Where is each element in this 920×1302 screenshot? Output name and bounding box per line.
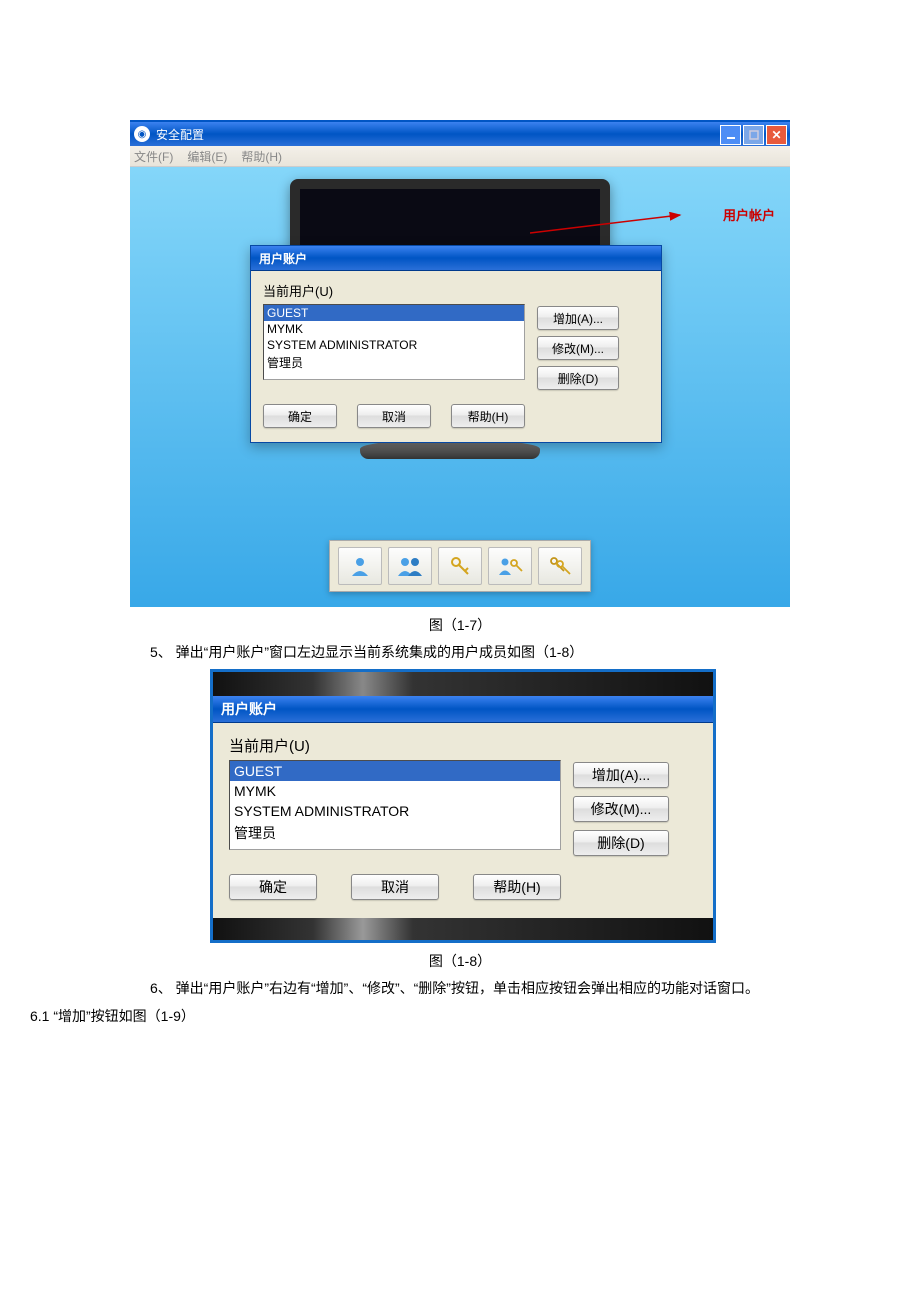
list-item[interactable]: GUEST <box>264 305 524 321</box>
dock-key-icon[interactable] <box>438 547 482 585</box>
annotation-label: 用户帐户 <box>723 205 775 224</box>
delete-button[interactable]: 删除(D) <box>537 366 619 390</box>
paragraph-6: 6、 弹出“用户账户”右边有“增加”、“修改”、“删除”按钮，单击相应按钮会弹出… <box>150 977 770 1001</box>
monitor-top-edge <box>213 672 713 696</box>
app-canvas: 用户帐户 用户账户 当前用户(U) GUEST MYMK SYSTEM ADMI… <box>130 167 790 607</box>
list-item[interactable]: 管理员 <box>264 353 524 372</box>
dialog-title: 用户账户 <box>213 696 713 723</box>
list-item[interactable]: MYMK <box>264 321 524 337</box>
list-item[interactable]: GUEST <box>230 761 560 781</box>
user-listbox[interactable]: GUEST MYMK SYSTEM ADMINISTRATOR 管理员 <box>263 304 525 380</box>
cancel-button[interactable]: 取消 <box>351 874 439 900</box>
monitor-bottom-edge <box>213 918 713 940</box>
list-item[interactable]: SYSTEM ADMINISTRATOR <box>264 337 524 353</box>
window-titlebar: ◉ 安全配置 ✕ <box>130 122 790 146</box>
dock-user-key-icon[interactable] <box>488 547 532 585</box>
add-button[interactable]: 增加(A)... <box>537 306 619 330</box>
list-item[interactable]: 管理员 <box>230 821 560 845</box>
user-listbox[interactable]: GUEST MYMK SYSTEM ADMINISTRATOR 管理员 <box>229 760 561 850</box>
modify-button[interactable]: 修改(M)... <box>537 336 619 360</box>
ok-button[interactable]: 确定 <box>229 874 317 900</box>
app-icon: ◉ <box>134 126 150 142</box>
help-button[interactable]: 帮助(H) <box>451 404 525 428</box>
modify-button[interactable]: 修改(M)... <box>573 796 669 822</box>
cancel-button[interactable]: 取消 <box>357 404 431 428</box>
figure-1-8: 用户账户 当前用户(U) GUEST MYMK SYSTEM ADMINISTR… <box>210 669 716 943</box>
current-user-label: 当前用户(U) <box>263 281 649 300</box>
user-account-dialog: 用户账户 当前用户(U) GUEST MYMK SYSTEM ADMINISTR… <box>250 245 662 443</box>
help-button[interactable]: 帮助(H) <box>473 874 561 900</box>
add-button[interactable]: 增加(A)... <box>573 762 669 788</box>
paragraph-6-1: 6.1 “增加”按钮如图（1-9） <box>30 1005 650 1029</box>
menu-help[interactable]: 帮助(H) <box>241 148 282 165</box>
list-item[interactable]: SYSTEM ADMINISTRATOR <box>230 801 560 821</box>
ok-button[interactable]: 确定 <box>263 404 337 428</box>
figure-caption-1-8: 图（1-8） <box>0 951 920 971</box>
current-user-label: 当前用户(U) <box>229 735 697 756</box>
figure-1-7: ◉ 安全配置 ✕ 文件(F) 编辑(E) 帮助(H) 用户帐户 用户账户 <box>130 120 790 607</box>
window-title: 安全配置 <box>156 126 204 143</box>
menu-bar: 文件(F) 编辑(E) 帮助(H) <box>130 146 790 167</box>
toolbar-dock <box>329 540 591 592</box>
menu-file[interactable]: 文件(F) <box>134 148 173 165</box>
close-button[interactable]: ✕ <box>766 125 787 145</box>
dock-user-icon[interactable] <box>338 547 382 585</box>
minimize-button[interactable] <box>720 125 741 145</box>
menu-edit[interactable]: 编辑(E) <box>187 148 227 165</box>
dialog-title: 用户账户 <box>251 246 661 271</box>
list-item[interactable]: MYMK <box>230 781 560 801</box>
maximize-button[interactable] <box>743 125 764 145</box>
paragraph-5: 5、 弹出“用户账户”窗口左边显示当前系统集成的用户成员如图（1-8） <box>150 641 770 665</box>
dock-users-icon[interactable] <box>388 547 432 585</box>
delete-button[interactable]: 删除(D) <box>573 830 669 856</box>
dock-keys-icon[interactable] <box>538 547 582 585</box>
